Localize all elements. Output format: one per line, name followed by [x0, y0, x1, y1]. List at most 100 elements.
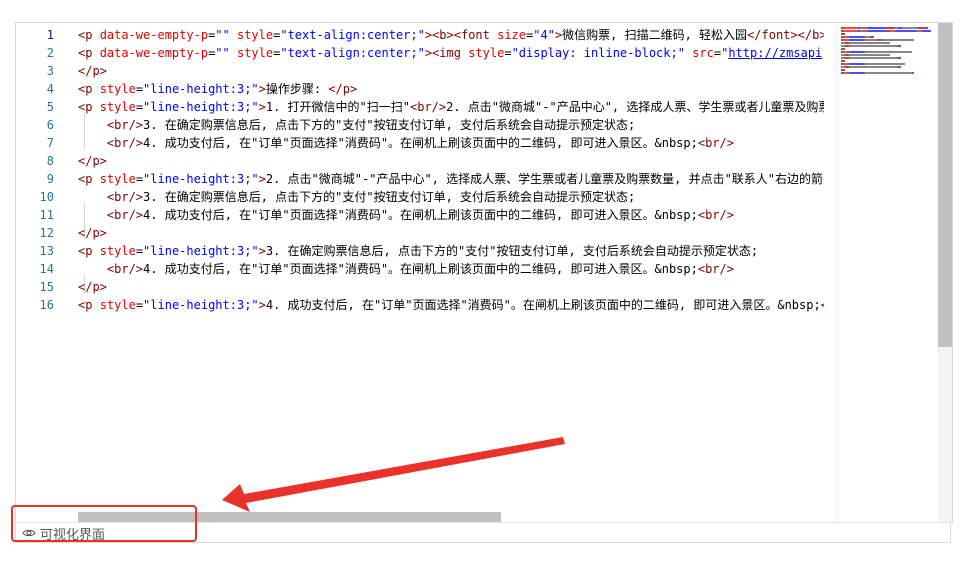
- code-token: "line-height:3;": [143, 100, 259, 114]
- code-line[interactable]: <br/>3. 在确定购票信息后, 点击下方的"支付"按钮支付订单, 支付后系统…: [78, 116, 635, 134]
- code-token: <br/>: [697, 262, 734, 276]
- code-token: src: [692, 46, 714, 60]
- minimap-token: [849, 51, 864, 53]
- code-line[interactable]: <p style="line-height:3;">4. 成功支付后, 在"订单…: [78, 296, 824, 314]
- code-line[interactable]: <p style="line-height:3;">操作步骤: </p>: [78, 80, 357, 98]
- code-token: >: [258, 298, 266, 312]
- line-number: 6: [46, 118, 54, 132]
- code-token: http://zmsapi: [728, 46, 823, 60]
- code-line[interactable]: <p data-we-empty-p="" style="text-align:…: [78, 44, 822, 62]
- line-number: 11: [39, 208, 54, 222]
- line-number: 12: [39, 226, 54, 240]
- line-number: 1: [46, 28, 54, 42]
- minimap-token: [849, 42, 890, 44]
- minimap-token: [864, 72, 913, 74]
- code-line[interactable]: <br/>4. 成功支付后, 在"订单"页面选择"消费码"。在闸机上刷该页面中的…: [78, 206, 734, 224]
- code-token: "line-height:3;": [143, 298, 259, 312]
- code-token: =: [504, 46, 512, 60]
- code-token: <p: [78, 298, 100, 312]
- code-editor[interactable]: 1 2 3 4 5 6 7 8 9 10 11 12 13 14 15 16 <p data-we-empty…: [15, 22, 953, 523]
- code-token: </p>: [78, 154, 107, 168]
- code-line[interactable]: <p style="line-height:3;">1. 打开微信中的"扫一扫"…: [78, 98, 824, 116]
- code-token: style: [236, 46, 274, 60]
- code-token: </p>: [78, 280, 107, 294]
- code-token: 3. 在确定购票信息后, 点击下方的"支付"按钮支付订单, 支付后系统会自动提示…: [143, 118, 636, 132]
- line-number: 7: [46, 136, 54, 150]
- minimap-token: [866, 27, 885, 29]
- code-token: style: [99, 244, 136, 258]
- code-token: 4. 成功支付后, 在"订单"页面选择"消费码"。在闸机上刷该页面中的二维码, …: [143, 262, 698, 276]
- code-line[interactable]: </p>: [78, 62, 107, 80]
- minimap-token: [841, 33, 845, 35]
- minimap-token: [849, 72, 864, 74]
- minimap-token: [864, 51, 913, 53]
- code-line[interactable]: </p>: [78, 224, 107, 242]
- vertical-scrollbar-track[interactable]: [938, 23, 952, 523]
- line-number: 14: [39, 262, 54, 276]
- code-line[interactable]: </p>: [78, 152, 107, 170]
- code-token: <br/>: [106, 118, 144, 132]
- minimap-token: [849, 66, 897, 68]
- code-token: "": [215, 28, 230, 42]
- minimap-token: [849, 39, 864, 41]
- code-token: =: [135, 298, 144, 312]
- code-token: >: [258, 100, 266, 114]
- code-line[interactable]: </p>: [78, 278, 107, 296]
- code-area[interactable]: <p data-we-empty-p="" style="text-align:…: [78, 23, 824, 523]
- minimap-token: [841, 48, 845, 50]
- code-token: >: [258, 172, 266, 186]
- code-token: </p>: [328, 82, 358, 96]
- code-line[interactable]: <br/>4. 成功支付后, 在"订单"页面选择"消费码"。在闸机上刷该页面中的…: [78, 134, 734, 152]
- code-token: style: [468, 46, 505, 60]
- code-token: "text-align:center;": [280, 46, 425, 60]
- minimap-token: [843, 27, 858, 29]
- minimap-token: [922, 30, 931, 32]
- code-token: "": [215, 46, 230, 60]
- minimap[interactable]: [836, 23, 937, 523]
- code-token: <p: [78, 172, 100, 186]
- line-number: 5: [46, 100, 54, 114]
- code-line[interactable]: <p data-we-empty-p="" style="text-align:…: [78, 26, 824, 44]
- minimap-token: [841, 69, 845, 71]
- minimap-token: [866, 30, 885, 32]
- line-number-gutter: 1 2 3 4 5 6 7 8 9 10 11 12 13 14 15 16: [16, 23, 68, 523]
- code-token: data-we-empty-p: [99, 28, 209, 42]
- code-token: 操作步骤:: [265, 82, 329, 96]
- code-token: 4. 成功支付后, 在"订单"页面选择"消费码"。在闸机上刷该页面中的二维码, …: [265, 298, 821, 312]
- code-token: "display: inline-block;": [511, 46, 685, 60]
- code-line[interactable]: <p style="line-height:3;">2. 点击"微商城"-"产品…: [78, 170, 824, 188]
- minimap-token: [881, 39, 915, 41]
- code-token: </font></b><: [747, 28, 824, 42]
- code-line[interactable]: <p style="line-height:3;">3. 在确定购票信息后, 点…: [78, 242, 758, 260]
- line-number: 15: [39, 280, 54, 294]
- code-token: =: [135, 244, 144, 258]
- code-token: data-we-empty-p: [99, 46, 209, 60]
- code-line[interactable]: <br/>4. 成功支付后, 在"订单"页面选择"消费码"。在闸机上刷该页面中的…: [78, 260, 734, 278]
- code-token: <b: [821, 298, 824, 312]
- vertical-scrollbar-thumb[interactable]: [938, 23, 952, 347]
- minimap-token: [896, 45, 902, 47]
- annotation-highlight-box: [11, 505, 197, 542]
- code-token: <p: [78, 100, 100, 114]
- minimap-token: [896, 66, 902, 68]
- code-token: 2. 点击"微商城"-"产品中心", 选择成人票、学生票或者儿童票及购票: [446, 100, 824, 114]
- code-token: ><img: [424, 46, 469, 60]
- minimap-token: [849, 54, 890, 56]
- code-token: >: [258, 244, 266, 258]
- code-token: 微信购票, 扫描二维码, 轻松入园: [562, 28, 748, 42]
- code-token: style: [99, 82, 136, 96]
- minimap-token: [849, 57, 897, 59]
- line-number: 4: [46, 82, 54, 96]
- code-line[interactable]: <br/>3. 在确定购票信息后, 点击下方的"支付"按钮支付订单, 支付后系统…: [78, 188, 635, 206]
- minimap-token: [849, 63, 864, 65]
- code-token: <br/>: [106, 136, 144, 150]
- code-token: "4": [533, 28, 555, 42]
- line-number: 13: [39, 244, 54, 258]
- minimap-token: [901, 27, 918, 29]
- code-token: <br/>: [106, 262, 144, 276]
- code-token: 1. 打开微信中的"扫一扫": [265, 100, 410, 114]
